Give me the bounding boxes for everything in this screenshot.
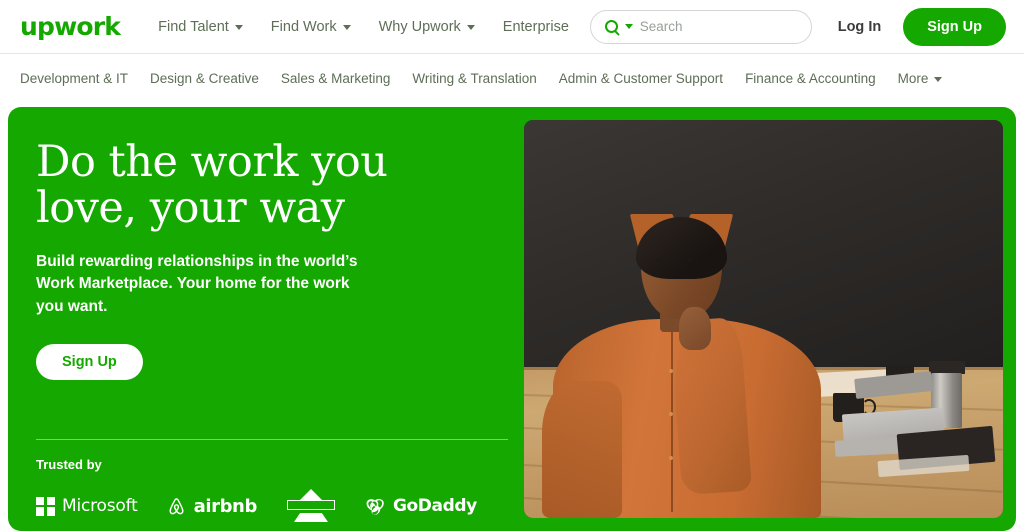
category-label: Development & IT <box>20 70 129 86</box>
category-writing-translation[interactable]: Writing & Translation <box>401 66 547 91</box>
trusted-by-section: Trusted by Microsoft airbnb BISSELL GoDa… <box>36 439 508 523</box>
search-bar[interactable] <box>589 9 812 44</box>
nav-item-why-upwork[interactable]: Why Upwork <box>365 13 489 41</box>
category-label: Admin & Customer Support <box>558 70 724 86</box>
category-design-creative[interactable]: Design & Creative <box>139 66 270 91</box>
godaddy-icon <box>365 496 386 517</box>
hero-subtitle: Build rewarding relationships in the wor… <box>36 253 358 315</box>
nav-item-find-talent[interactable]: Find Talent <box>144 13 257 41</box>
nav-item-label: Find Work <box>270 18 337 35</box>
category-nav: Development & IT Design & Creative Sales… <box>0 54 1024 102</box>
brand-label: GoDaddy <box>392 496 477 516</box>
hero-photo <box>524 120 1003 518</box>
category-development-it[interactable]: Development & IT <box>20 66 139 91</box>
category-finance-accounting[interactable]: Finance & Accounting <box>734 66 887 91</box>
brand-logo-airbnb: airbnb <box>166 496 257 517</box>
category-more[interactable]: More <box>887 66 954 91</box>
brand-logo-microsoft: Microsoft <box>36 496 138 516</box>
hero-headline: Do the work you love, your way <box>36 137 388 233</box>
brand-label: Bissell <box>286 500 335 510</box>
log-in-link[interactable]: Log In <box>812 19 904 35</box>
hero-divider <box>36 439 508 440</box>
brand-logo-godaddy: GoDaddy <box>365 496 477 517</box>
category-sales-marketing[interactable]: Sales & Marketing <box>270 66 402 91</box>
sign-up-button-hero[interactable]: Sign Up <box>36 344 143 381</box>
person-left-arm <box>542 381 623 518</box>
search-input[interactable] <box>639 19 797 34</box>
photo-person <box>542 208 821 518</box>
hero-banner: Do the work you love, your way Build rew… <box>8 107 1016 531</box>
nav-item-label: Enterprise <box>502 18 569 35</box>
category-label: Design & Creative <box>150 70 259 86</box>
brand-label: Microsoft <box>62 496 138 516</box>
chevron-down-icon <box>934 76 943 82</box>
category-label: Finance & Accounting <box>745 70 876 86</box>
top-header: upwork Find Talent Find Work Why Upwork … <box>0 0 1024 54</box>
sign-up-button-header[interactable]: Sign Up <box>903 7 1006 46</box>
nav-item-label: Why Upwork <box>378 18 461 35</box>
chevron-down-icon <box>466 25 475 30</box>
category-label: Writing & Translation <box>412 70 537 86</box>
nav-item-label: Find Talent <box>158 18 229 35</box>
brand-logo-bissell: Bissell <box>285 489 337 523</box>
microsoft-icon <box>36 496 55 516</box>
category-label: Sales & Marketing <box>280 70 391 86</box>
nav-item-enterprise[interactable]: Enterprise <box>489 13 583 41</box>
primary-nav: Find Talent Find Work Why Upwork Enterpr… <box>144 13 583 41</box>
chevron-down-icon <box>342 25 351 30</box>
category-admin-customer-support[interactable]: Admin & Customer Support <box>548 66 734 91</box>
hero-content: Do the work you love, your way Build rew… <box>8 107 524 531</box>
brand-label: airbnb <box>193 495 258 517</box>
upwork-logo[interactable]: upwork <box>20 14 121 39</box>
airbnb-icon <box>166 496 187 517</box>
photo-tumbler-lid <box>928 360 965 374</box>
trusted-by-label: Trusted by <box>36 457 102 472</box>
search-icon <box>604 20 618 33</box>
bissell-icon: Bissell <box>285 489 337 523</box>
chevron-down-icon[interactable] <box>624 24 633 29</box>
nav-item-find-work[interactable]: Find Work <box>257 13 365 41</box>
hero-image-container <box>524 107 1016 531</box>
person-hand <box>678 306 711 351</box>
chevron-down-icon <box>234 25 243 30</box>
category-label: More <box>897 70 929 86</box>
brand-logo-list: Microsoft airbnb Bissell <box>36 489 508 523</box>
